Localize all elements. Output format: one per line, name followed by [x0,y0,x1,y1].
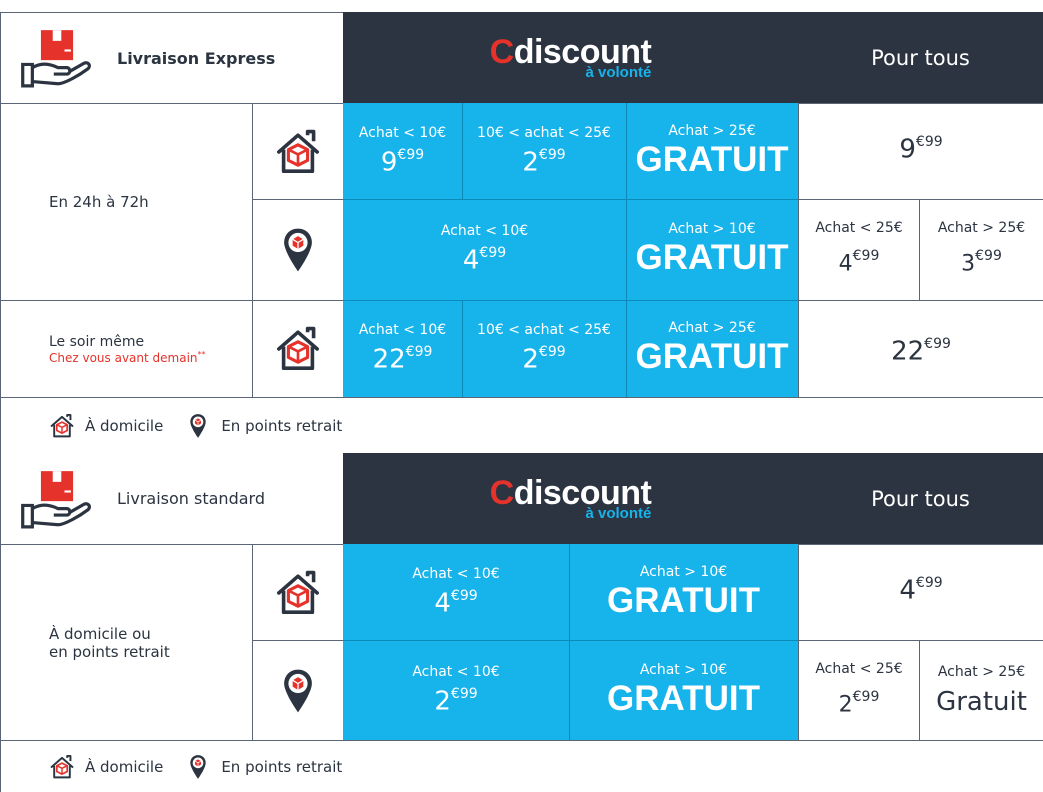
pour-tous-label: Pour tous [871,486,970,511]
standard-row-label-line1: À domicile ou [49,624,151,643]
legend-home-label: À domicile [85,416,164,435]
price-condition: Achat < 10€ [358,322,447,339]
price: 2€99 [838,688,880,718]
standard-header-title-cell: Livraison standard [0,453,343,544]
express-r1-home-c1: Achat < 10€ 9€99 [343,103,462,199]
standard-home-icon-cell [252,544,343,640]
standard-row-label-line2: en points retrait [49,642,170,661]
price: 9€99 [380,146,425,178]
price: Gratuit [936,687,1027,717]
express-r1-home-c3: Achat > 25€ GRATUIT [626,103,798,199]
free-label: GRATUIT [635,139,789,179]
express-brand-header: Cdiscount à volonté [343,12,798,103]
express-r1-relay-b: Achat > 25€ 3€99 [919,199,1043,300]
express-r2-home-all: 22€99 [798,300,1043,397]
express-relay-icon-cell [252,199,343,300]
express-r2-home-c3: Achat > 25€ GRATUIT [626,300,798,397]
express-r2-home-c2: 10€ < achat < 25€ 2€99 [462,300,626,397]
express-r1-relay-a: Achat < 25€ 4€99 [798,199,919,300]
price-condition: Achat < 25€ [815,220,903,237]
express-row2-label: Le soir même [49,333,145,350]
price-condition: Achat > 25€ [668,122,756,139]
express-r2-home-c1: Achat < 10€ 22€99 [343,300,462,397]
price-condition: Achat > 25€ [937,220,1026,237]
express-r1-home-c2: 10€ < achat < 25€ 2€99 [462,103,626,199]
price-condition: Achat > 25€ [937,664,1026,680]
price: 22€99 [372,344,433,375]
price: 22€99 [891,336,951,367]
legend-relay-label: En points retrait [221,416,343,435]
express-title: Livraison Express [117,48,276,68]
home-box-icon [273,325,323,373]
express-row2-home-icon-cell [252,300,343,397]
express-r1-relay-c3: Achat > 10€ GRATUIT [626,199,798,300]
price-condition: Achat > 10€ [639,661,728,678]
express-row2-sublabel: Chez vous avant demain** [49,349,206,365]
express-row2-label-cell: Le soir même Chez vous avant demain** [0,300,252,397]
standard-title: Livraison standard [117,489,265,508]
home-box-icon [49,413,75,439]
standard-relay-b: Achat > 25€ Gratuit [919,640,1043,740]
price: 4€99 [462,245,507,276]
express-r1-home-all: 9€99 [798,103,1043,199]
price-condition: Achat > 25€ [668,320,756,336]
standard-home-all: 4€99 [798,544,1043,640]
home-box-icon [49,754,75,780]
express-header-title-cell: Livraison Express [0,12,343,103]
express-home-icon-cell [252,103,343,199]
price-condition: Achat < 10€ [412,565,500,582]
express-row1-label-cell: En 24h à 72h [0,103,252,300]
standard-home-c2: Achat > 10€ GRATUIT [569,544,798,640]
standard-relay-icon-cell [252,640,343,740]
map-pin-box-icon [282,667,314,715]
express-legend: À domicile En points retrait [0,397,1043,453]
express-row1-label: En 24h à 72h [49,193,149,211]
standard-relay-c2: Achat > 10€ GRATUIT [569,640,798,740]
price-condition: Achat < 10€ [412,663,500,680]
price: 2€99 [522,344,566,375]
express-r1-relay-c1: Achat < 10€ 4€99 [343,199,626,300]
standard-home-c1: Achat < 10€ 4€99 [343,544,569,640]
express-pour-tous-header: Pour tous [798,12,1043,103]
price: 2€99 [522,146,566,178]
standard-pour-tous-header: Pour tous [798,453,1043,544]
price: 4€99 [838,248,880,277]
price-condition: Achat > 10€ [639,563,728,580]
price-condition: Achat < 10€ [440,223,529,240]
free-label: GRATUIT [607,678,760,718]
free-label: GRATUIT [607,580,760,620]
price: 2€99 [434,685,478,717]
home-box-icon [273,128,323,176]
home-box-icon [273,569,323,617]
hand-box-icon [19,28,95,88]
legend-relay-label: En points retrait [221,757,343,776]
free-label: GRATUIT [635,238,789,277]
pour-tous-label: Pour tous [871,45,970,70]
price: 4€99 [899,574,943,606]
price-condition: 10€ < achat < 25€ [477,124,611,141]
price: 9€99 [899,133,943,165]
price-condition: Achat < 25€ [815,660,903,677]
free-label: GRATUIT [635,337,789,376]
price: 4€99 [434,587,478,619]
standard-relay-c1: Achat < 10€ 2€99 [343,640,569,740]
price: 3€99 [961,248,1002,277]
standard-row-label-cell: À domicile ou en points retrait [0,544,252,740]
standard-legend: À domicile En points retrait [0,740,1043,792]
price-condition: Achat < 10€ [358,124,447,141]
map-pin-box-icon [282,226,314,274]
map-pin-box-icon [189,413,207,439]
hand-box-icon [19,469,95,529]
standard-brand-header: Cdiscount à volonté [343,453,798,544]
standard-relay-a: Achat < 25€ 2€99 [798,640,919,740]
map-pin-box-icon [189,754,207,780]
price-condition: Achat > 10€ [668,221,756,237]
legend-home-label: À domicile [85,757,164,776]
price-condition: 10€ < achat < 25€ [477,322,611,339]
